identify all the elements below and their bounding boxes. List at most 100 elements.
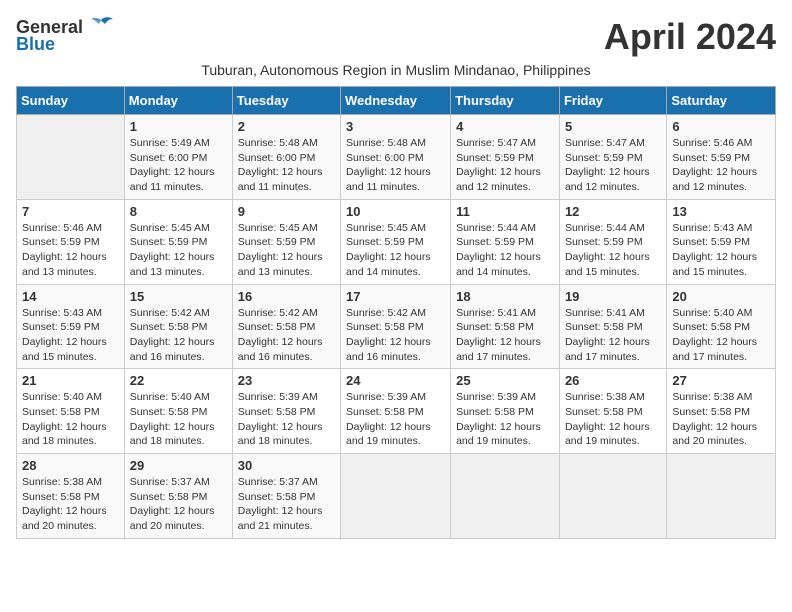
calendar-cell: 29 Sunrise: 5:37 AM Sunset: 5:58 PM Dayli… bbox=[124, 454, 232, 539]
calendar-cell: 19 Sunrise: 5:41 AM Sunset: 5:58 PM Dayli… bbox=[559, 284, 666, 369]
day-number: 21 bbox=[22, 373, 119, 388]
calendar-cell: 25 Sunrise: 5:39 AM Sunset: 5:58 PM Dayli… bbox=[451, 369, 560, 454]
calendar-cell: 28Sunrise: 5:38 AM Sunset: 5:58 PM Dayli… bbox=[17, 454, 125, 539]
day-number: 3 bbox=[346, 119, 445, 134]
day-info: Sunrise: 5:43 AM Sunset: 5:59 PM Dayligh… bbox=[672, 221, 770, 280]
calendar-week-2: 7 Sunrise: 5:46 AM Sunset: 5:59 PM Daylig… bbox=[17, 199, 776, 284]
calendar-cell: 20 Sunrise: 5:40 AM Sunset: 5:58 PM Dayli… bbox=[667, 284, 776, 369]
day-info: Sunrise: 5:41 AM Sunset: 5:58 PM Dayligh… bbox=[565, 306, 661, 365]
day-info: Sunrise: 5:45 AM Sunset: 5:59 PM Dayligh… bbox=[346, 221, 445, 280]
calendar-week-4: 21 Sunrise: 5:40 AM Sunset: 5:58 PM Dayli… bbox=[17, 369, 776, 454]
calendar-cell: 18 Sunrise: 5:41 AM Sunset: 5:58 PM Dayli… bbox=[451, 284, 560, 369]
day-info: Sunrise: 5:38 AM Sunset: 5:58 PM Dayligh… bbox=[672, 390, 770, 449]
calendar-cell: 8 Sunrise: 5:45 AM Sunset: 5:59 PM Daylig… bbox=[124, 199, 232, 284]
column-header-monday: Monday bbox=[124, 87, 232, 115]
day-number: 19 bbox=[565, 289, 661, 304]
day-number: 11 bbox=[456, 204, 554, 219]
subtitle: Tuburan, Autonomous Region in Muslim Min… bbox=[16, 62, 776, 78]
calendar-cell bbox=[17, 115, 125, 200]
day-info: Sunrise: 5:42 AM Sunset: 5:58 PM Dayligh… bbox=[130, 306, 227, 365]
calendar-week-5: 28Sunrise: 5:38 AM Sunset: 5:58 PM Dayli… bbox=[17, 454, 776, 539]
calendar-table: SundayMondayTuesdayWednesdayThursdayFrid… bbox=[16, 86, 776, 539]
day-info: Sunrise: 5:43 AM Sunset: 5:59 PM Dayligh… bbox=[22, 306, 119, 365]
day-info: Sunrise: 5:40 AM Sunset: 5:58 PM Dayligh… bbox=[672, 306, 770, 365]
day-number: 15 bbox=[130, 289, 227, 304]
day-number: 16 bbox=[238, 289, 335, 304]
calendar-week-3: 14 Sunrise: 5:43 AM Sunset: 5:59 PM Dayli… bbox=[17, 284, 776, 369]
column-header-friday: Friday bbox=[559, 87, 666, 115]
day-number: 17 bbox=[346, 289, 445, 304]
day-info: Sunrise: 5:44 AM Sunset: 5:59 PM Dayligh… bbox=[456, 221, 554, 280]
day-info: Sunrise: 5:37 AM Sunset: 5:58 PM Dayligh… bbox=[130, 475, 227, 534]
day-info: Sunrise: 5:37 AM Sunset: 5:58 PM Dayligh… bbox=[238, 475, 335, 534]
day-info: Sunrise: 5:40 AM Sunset: 5:58 PM Dayligh… bbox=[22, 390, 119, 449]
calendar-cell: 9Sunrise: 5:45 AM Sunset: 5:59 PM Daylig… bbox=[232, 199, 340, 284]
day-number: 18 bbox=[456, 289, 554, 304]
calendar-cell: 22Sunrise: 5:40 AM Sunset: 5:58 PM Dayli… bbox=[124, 369, 232, 454]
day-info: Sunrise: 5:39 AM Sunset: 5:58 PM Dayligh… bbox=[346, 390, 445, 449]
day-info: Sunrise: 5:45 AM Sunset: 5:59 PM Dayligh… bbox=[130, 221, 227, 280]
calendar-cell: 3 Sunrise: 5:48 AM Sunset: 6:00 PM Daylig… bbox=[341, 115, 451, 200]
column-header-wednesday: Wednesday bbox=[341, 87, 451, 115]
day-number: 7 bbox=[22, 204, 119, 219]
calendar-cell bbox=[451, 454, 560, 539]
calendar-cell: 11 Sunrise: 5:44 AM Sunset: 5:59 PM Dayli… bbox=[451, 199, 560, 284]
logo-bird-icon bbox=[87, 16, 115, 38]
day-info: Sunrise: 5:48 AM Sunset: 6:00 PM Dayligh… bbox=[346, 136, 445, 195]
calendar-cell: 14 Sunrise: 5:43 AM Sunset: 5:59 PM Dayli… bbox=[17, 284, 125, 369]
day-number: 2 bbox=[238, 119, 335, 134]
day-info: Sunrise: 5:48 AM Sunset: 6:00 PM Dayligh… bbox=[238, 136, 335, 195]
day-number: 27 bbox=[672, 373, 770, 388]
column-header-thursday: Thursday bbox=[451, 87, 560, 115]
calendar-cell: 15 Sunrise: 5:42 AM Sunset: 5:58 PM Dayli… bbox=[124, 284, 232, 369]
header: General Blue April 2024 bbox=[16, 16, 776, 58]
month-title: April 2024 bbox=[604, 16, 776, 58]
calendar-cell: 7 Sunrise: 5:46 AM Sunset: 5:59 PM Daylig… bbox=[17, 199, 125, 284]
calendar-cell: 2 Sunrise: 5:48 AM Sunset: 6:00 PM Daylig… bbox=[232, 115, 340, 200]
day-number: 5 bbox=[565, 119, 661, 134]
day-number: 24 bbox=[346, 373, 445, 388]
calendar-cell: 27 Sunrise: 5:38 AM Sunset: 5:58 PM Dayli… bbox=[667, 369, 776, 454]
day-number: 1 bbox=[130, 119, 227, 134]
calendar-cell: 30 Sunrise: 5:37 AM Sunset: 5:58 PM Dayli… bbox=[232, 454, 340, 539]
day-number: 6 bbox=[672, 119, 770, 134]
day-number: 10 bbox=[346, 204, 445, 219]
calendar-week-1: 1 Sunrise: 5:49 AM Sunset: 6:00 PM Daylig… bbox=[17, 115, 776, 200]
calendar-cell: 10 Sunrise: 5:45 AM Sunset: 5:59 PM Dayli… bbox=[341, 199, 451, 284]
day-number: 14 bbox=[22, 289, 119, 304]
column-header-saturday: Saturday bbox=[667, 87, 776, 115]
day-info: Sunrise: 5:47 AM Sunset: 5:59 PM Dayligh… bbox=[565, 136, 661, 195]
calendar-cell: 4Sunrise: 5:47 AM Sunset: 5:59 PM Daylig… bbox=[451, 115, 560, 200]
calendar-cell: 5 Sunrise: 5:47 AM Sunset: 5:59 PM Daylig… bbox=[559, 115, 666, 200]
day-number: 30 bbox=[238, 458, 335, 473]
calendar-header-row: SundayMondayTuesdayWednesdayThursdayFrid… bbox=[17, 87, 776, 115]
column-header-tuesday: Tuesday bbox=[232, 87, 340, 115]
day-info: Sunrise: 5:49 AM Sunset: 6:00 PM Dayligh… bbox=[130, 136, 227, 195]
day-info: Sunrise: 5:44 AM Sunset: 5:59 PM Dayligh… bbox=[565, 221, 661, 280]
day-info: Sunrise: 5:42 AM Sunset: 5:58 PM Dayligh… bbox=[346, 306, 445, 365]
day-number: 13 bbox=[672, 204, 770, 219]
day-info: Sunrise: 5:46 AM Sunset: 5:59 PM Dayligh… bbox=[22, 221, 119, 280]
day-number: 20 bbox=[672, 289, 770, 304]
day-number: 9 bbox=[238, 204, 335, 219]
logo: General Blue bbox=[16, 16, 115, 55]
calendar-cell: 12 Sunrise: 5:44 AM Sunset: 5:59 PM Dayli… bbox=[559, 199, 666, 284]
day-info: Sunrise: 5:39 AM Sunset: 5:58 PM Dayligh… bbox=[238, 390, 335, 449]
day-info: Sunrise: 5:39 AM Sunset: 5:58 PM Dayligh… bbox=[456, 390, 554, 449]
calendar-cell: 21 Sunrise: 5:40 AM Sunset: 5:58 PM Dayli… bbox=[17, 369, 125, 454]
day-number: 29 bbox=[130, 458, 227, 473]
logo-blue: Blue bbox=[16, 34, 55, 55]
day-number: 23 bbox=[238, 373, 335, 388]
calendar-cell: 13 Sunrise: 5:43 AM Sunset: 5:59 PM Dayli… bbox=[667, 199, 776, 284]
day-info: Sunrise: 5:41 AM Sunset: 5:58 PM Dayligh… bbox=[456, 306, 554, 365]
day-number: 12 bbox=[565, 204, 661, 219]
calendar-cell bbox=[667, 454, 776, 539]
day-info: Sunrise: 5:38 AM Sunset: 5:58 PM Dayligh… bbox=[565, 390, 661, 449]
day-number: 4 bbox=[456, 119, 554, 134]
calendar-cell: 23 Sunrise: 5:39 AM Sunset: 5:58 PM Dayli… bbox=[232, 369, 340, 454]
day-number: 25 bbox=[456, 373, 554, 388]
calendar-cell: 17 Sunrise: 5:42 AM Sunset: 5:58 PM Dayli… bbox=[341, 284, 451, 369]
day-number: 28 bbox=[22, 458, 119, 473]
calendar-cell: 26Sunrise: 5:38 AM Sunset: 5:58 PM Dayli… bbox=[559, 369, 666, 454]
day-number: 8 bbox=[130, 204, 227, 219]
